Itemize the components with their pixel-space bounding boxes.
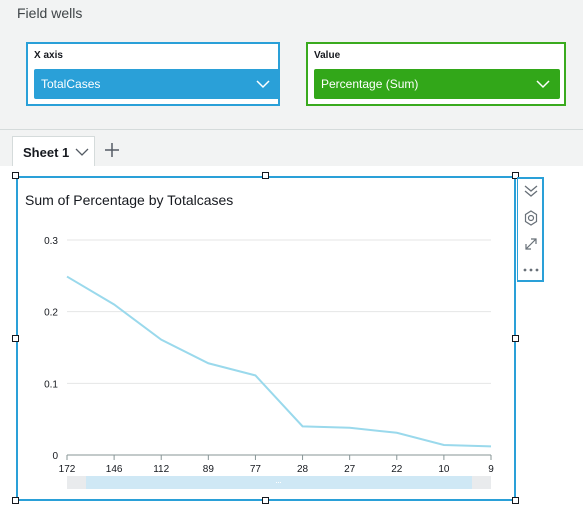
y-tick-label: 0.3 [44,236,58,247]
data-point[interactable] [65,274,70,279]
x-tick-label: 28 [297,464,309,475]
y-tick-label: 0.1 [44,379,58,390]
x-tick-label: 10 [438,464,450,475]
x-tick-label: 112 [153,464,169,475]
line-chart: 0 0.1 0.2 0.3 172 146 112 89 77 28 27 22 10 9 [44,236,494,489]
y-axis-ticks: 0 0.1 0.2 0.3 [44,236,58,462]
data-point[interactable] [489,444,494,449]
data-point[interactable] [300,424,305,429]
x-tick-label: 22 [391,464,403,475]
data-point[interactable] [159,337,164,342]
data-point[interactable] [253,373,258,378]
data-point[interactable] [394,430,399,435]
y-tick-label: 0 [52,451,58,462]
chart-gridlines [67,239,491,456]
x-tick-label: 77 [250,464,262,475]
x-tick-label: 89 [203,464,215,475]
data-point[interactable] [206,361,211,366]
x-tick-label: 27 [344,464,356,475]
data-point[interactable] [347,425,352,430]
chart-series [65,274,494,449]
chart-scrollbar[interactable] [67,476,491,489]
y-tick-label: 0.2 [44,308,58,319]
x-tick-label: 172 [59,464,76,475]
data-point[interactable] [441,442,446,447]
series-line[interactable] [66,275,492,448]
x-tick-label: 146 [106,464,123,475]
x-axis-ticks: 172 146 112 89 77 28 27 22 10 9 [59,455,494,475]
x-tick-label: 9 [488,464,494,475]
data-point[interactable] [112,302,117,307]
